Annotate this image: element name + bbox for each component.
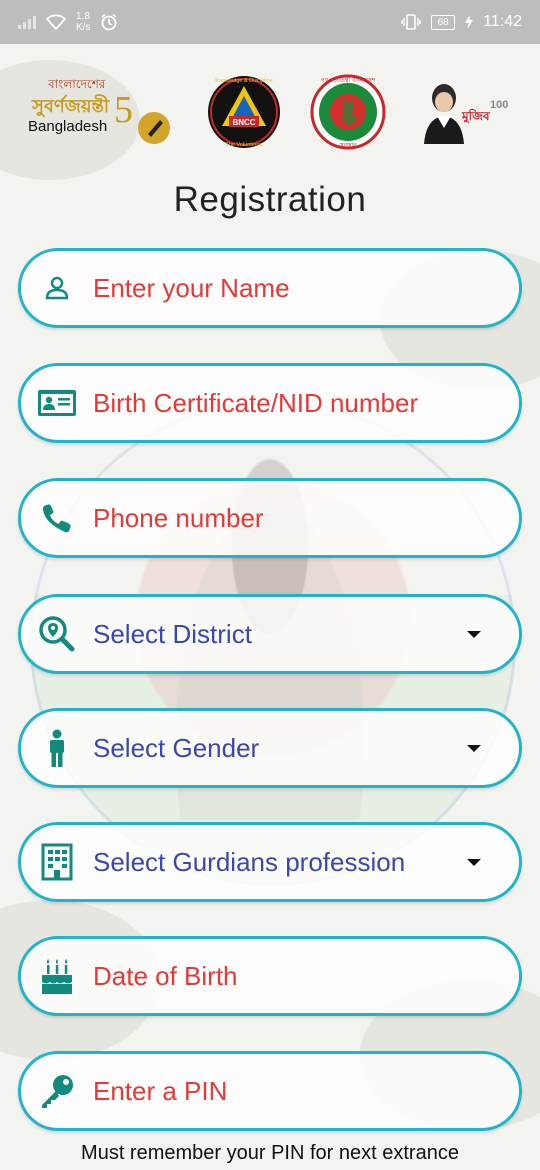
- chevron-down-icon: [467, 630, 481, 638]
- chevron-down-icon: [467, 744, 481, 752]
- dob-placeholder: Date of Birth: [93, 960, 238, 991]
- birthday-cake-icon: [37, 956, 77, 996]
- portrait-icon: [424, 84, 464, 144]
- district-select-label: Select District: [93, 618, 252, 649]
- subarna-logo-country: Bangladesh: [28, 118, 108, 135]
- phone-field[interactable]: Phone number: [18, 478, 522, 558]
- clock: 11:42: [483, 13, 522, 30]
- battery-icon: 68: [431, 14, 456, 30]
- fifty-emblem-icon: 5: [114, 89, 170, 144]
- name-field[interactable]: Enter your Name: [18, 248, 522, 328]
- page-title: Registration: [173, 180, 367, 219]
- chevron-down-icon: [467, 858, 481, 866]
- id-card-icon: [37, 383, 77, 423]
- charging-icon: [465, 15, 474, 29]
- mujib-logo-text: মুজিব: [462, 109, 490, 123]
- alarm-icon: [101, 13, 117, 31]
- vibrate-icon: [401, 14, 421, 30]
- subarna-jayanti-logo: বাংলাদেশের সুবর্ণজয়ন্তী Bangladesh 5: [26, 76, 178, 152]
- nid-placeholder: Birth Certificate/NID number: [93, 387, 419, 418]
- network-speed: 1.8 K/s: [76, 11, 90, 33]
- pin-field[interactable]: Enter a PIN: [18, 1051, 522, 1131]
- nid-field[interactable]: Birth Certificate/NID number: [18, 363, 522, 443]
- dob-field[interactable]: Date of Birth: [18, 936, 522, 1016]
- battery-level: 68: [437, 16, 449, 28]
- male-figure-icon: [37, 728, 77, 768]
- key-icon: [37, 1071, 77, 1111]
- gender-select-label: Select Gender: [93, 732, 260, 763]
- bncc-logo: BNCC Knowledge & Discipline The Voluntee…: [208, 76, 280, 148]
- location-search-icon: [37, 614, 77, 654]
- name-placeholder: Enter your Name: [93, 272, 290, 303]
- guardian-profession-select[interactable]: Select Gurdians profession: [18, 822, 522, 902]
- network-speed-value: 1.8: [76, 11, 90, 22]
- phone-placeholder: Phone number: [93, 502, 264, 533]
- district-select[interactable]: Select District: [18, 594, 522, 674]
- pin-placeholder: Enter a PIN: [93, 1075, 228, 1106]
- bncc-logo-top-text: Knowledge & Discipline: [215, 78, 272, 84]
- govt-seal-logo: গণপ্রজাতন্ত্রী বাংলাদেশ সরকার: [310, 74, 386, 150]
- status-bar: 1.8 K/s 68 11:42: [0, 0, 540, 44]
- mujib-logo-number: 100: [490, 99, 509, 111]
- bncc-logo-bottom-text: The Volunteers: [226, 142, 263, 148]
- network-speed-unit: K/s: [76, 22, 91, 33]
- subarna-logo-number: 5: [114, 89, 133, 131]
- bncc-logo-center-text: BNCC: [232, 118, 255, 127]
- wifi-icon: [46, 14, 66, 30]
- gender-select[interactable]: Select Gender: [18, 708, 522, 788]
- govt-seal-bottom-text: সরকার: [339, 142, 357, 149]
- logos-row: বাংলাদেশের সুবর্ণজয়ন্তী Bangladesh 5 BN…: [0, 70, 540, 156]
- signal-icon: [18, 15, 36, 29]
- building-icon: [37, 842, 77, 882]
- guardian-profession-label: Select Gurdians profession: [93, 846, 406, 877]
- pin-reminder-note: Must remember your PIN for next extrance: [81, 1142, 459, 1164]
- govt-seal-top-text: গণপ্রজাতন্ত্রী বাংলাদেশ: [321, 76, 376, 84]
- mujib-100-logo: মুজিব 100: [422, 78, 512, 148]
- phone-icon: [37, 498, 77, 538]
- person-icon: [37, 268, 77, 308]
